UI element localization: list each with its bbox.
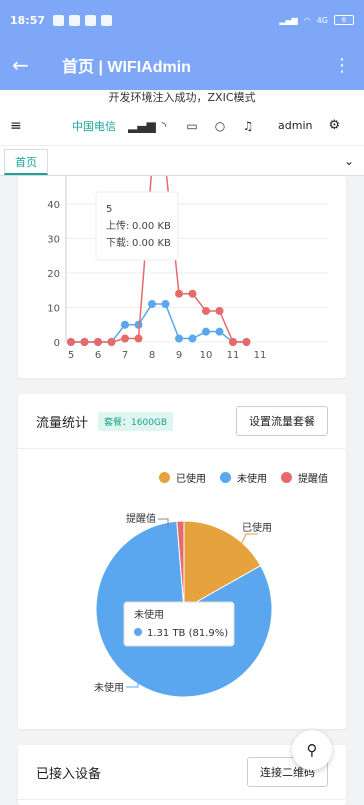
pie-tooltip-box — [123, 601, 235, 647]
chart-tooltip: 5 上传: 0.00 KB 下载: 0.00 KB — [95, 191, 179, 261]
data-point[interactable] — [94, 338, 102, 346]
tab-home[interactable]: 首页 — [4, 149, 48, 175]
legend-item-used[interactable]: 已使用 — [159, 470, 206, 485]
data-point[interactable] — [121, 334, 129, 343]
notification-icon — [69, 14, 81, 26]
tooltip-download-label: 下载: — [106, 237, 129, 249]
data-point[interactable] — [242, 338, 251, 346]
data-point[interactable] — [80, 338, 89, 346]
top-toolbar: ≡ 中国电信 ▂▄▆ ◝ ▭ ○ ♫ admin ⚙ — [0, 106, 364, 146]
carrier-name: 中国电信 — [72, 119, 116, 133]
data-point[interactable] — [134, 334, 143, 343]
data-point[interactable] — [175, 334, 183, 343]
x-tick-label: 10 — [200, 350, 213, 361]
legend-label: 未使用 — [237, 474, 267, 485]
more-menu-icon[interactable]: ⋮ — [332, 55, 352, 76]
data-point[interactable] — [215, 306, 224, 315]
realtime-traffic-card: 5 6 7 8 9 10 11 11 0 10 20 30 40 5 上传: 0.00 KB 下载: … — [18, 165, 346, 378]
legend-item-unused[interactable]: 未使用 — [220, 470, 267, 485]
y-tick-label: 10 — [47, 304, 60, 315]
signal-strength-icon: ▂▄▆ — [128, 118, 156, 133]
tab-bar: 首页 ⌄ — [0, 146, 364, 176]
x-tick-label: 8 — [149, 350, 155, 361]
status-right-icons: ▂▄▆ ◠ 4G 6 — [279, 15, 354, 25]
search-icon[interactable]: ○ — [212, 119, 228, 133]
data-point[interactable] — [202, 327, 210, 336]
x-tick-label: 7 — [122, 350, 128, 361]
back-arrow-icon[interactable]: ← — [12, 53, 42, 77]
notification-icon — [53, 14, 65, 26]
data-point[interactable] — [67, 338, 75, 346]
x-tick-label: 9 — [176, 350, 182, 361]
traffic-stats-title: 流量统计 — [36, 415, 89, 431]
set-package-button[interactable]: 设置流量套餐 — [236, 406, 328, 436]
data-point[interactable] — [229, 338, 237, 346]
gear-icon[interactable]: ⚙ — [328, 118, 340, 133]
pie-tooltip-dot-icon — [134, 628, 142, 636]
wifi-icon: ◝ — [161, 118, 167, 133]
pie-tooltip-value: 1.31 TB (81.9%) — [147, 628, 228, 639]
data-point[interactable] — [188, 289, 197, 298]
tooltip-download-value: 0.00 KB — [132, 238, 171, 249]
status-time: 18:57 — [10, 13, 46, 27]
pie-legend: 已使用 未使用 提醒值 — [159, 470, 328, 485]
label-unused: 未使用 — [94, 681, 124, 694]
data-point[interactable] — [121, 320, 129, 329]
tooltip-upload-label: 上传: — [106, 220, 129, 232]
x-tick-label: 11 — [254, 350, 267, 361]
y-tick-label: 30 — [47, 235, 60, 246]
bell-icon[interactable]: ♫ — [240, 119, 256, 133]
menu-toggle-icon[interactable]: ≡ — [10, 118, 40, 134]
data-point[interactable] — [188, 334, 197, 343]
tooltip-upload-value: 0.00 KB — [132, 221, 171, 232]
rocket-fab-icon[interactable]: ⚲ — [292, 730, 332, 770]
status-notification-icons — [53, 14, 113, 26]
y-tick-label: 0 — [54, 338, 60, 349]
x-tick-label: 6 — [95, 350, 101, 361]
tooltip-title: 5 — [106, 204, 112, 215]
data-point[interactable] — [202, 306, 210, 315]
legend-label: 已使用 — [176, 474, 206, 485]
pie-tooltip: 未使用 1.31 TB (81.9%) — [123, 601, 235, 647]
label-alert: 提醒值 — [126, 512, 156, 525]
traffic-line-chart: 5 6 7 8 9 10 11 11 0 10 20 30 40 5 上传: 0.00 KB 下载: … — [47, 165, 328, 361]
data-point[interactable] — [161, 300, 170, 309]
package-badge: 套餐：1600GB — [98, 411, 174, 431]
app-bar: ← 首页 | WIFIAdmin ⋮ — [0, 40, 364, 90]
legend-dot-icon — [281, 472, 292, 483]
chevron-down-icon[interactable]: ⌄ — [344, 154, 354, 168]
data-point[interactable] — [215, 327, 224, 336]
notification-icon — [101, 14, 113, 26]
username[interactable]: admin — [278, 119, 312, 132]
legend-dot-icon — [220, 472, 231, 483]
wifi-status-icon: ◠ — [303, 15, 311, 25]
data-point[interactable] — [134, 320, 143, 329]
legend-item-alert[interactable]: 提醒值 — [281, 470, 328, 485]
data-point[interactable] — [148, 300, 156, 309]
status-bar: 18:57 ▂▄▆ ◠ 4G 6 — [0, 0, 364, 40]
pie-tooltip-title: 未使用 — [134, 608, 164, 621]
traffic-pie-chart: 提醒值 已使用 未使用 未使用 1.31 TB (81.9%) — [94, 512, 273, 698]
x-tick-label: 5 — [68, 350, 74, 361]
traffic-stats-card: 流量统计 套餐：1600GB 设置流量套餐 已使用 未使用 提醒值 提醒值 已使… — [18, 394, 346, 729]
label-used: 已使用 — [242, 521, 272, 534]
page-title: 首页 | WIFIAdmin — [62, 59, 191, 76]
y-tick-label: 20 — [47, 269, 60, 280]
battery-icon: 6 — [334, 15, 354, 25]
traffic-stats-header: 流量统计 套餐：1600GB 设置流量套餐 — [18, 394, 346, 449]
x-tick-label: 11 — [227, 350, 240, 361]
devices-title: 已接入设备 — [36, 766, 102, 782]
legend-dot-icon — [159, 472, 170, 483]
y-tick-label: 40 — [47, 200, 60, 211]
network-type: 4G — [316, 15, 328, 25]
battery-status-icon: ▭ — [186, 118, 198, 133]
injection-notice: 开发环境注入成功，ZXIC模式 — [0, 90, 364, 106]
notification-icon — [85, 14, 97, 26]
data-point[interactable] — [175, 289, 183, 298]
signal-icon: ▂▄▆ — [279, 15, 298, 25]
legend-label: 提醒值 — [298, 474, 328, 485]
data-point[interactable] — [107, 338, 116, 346]
